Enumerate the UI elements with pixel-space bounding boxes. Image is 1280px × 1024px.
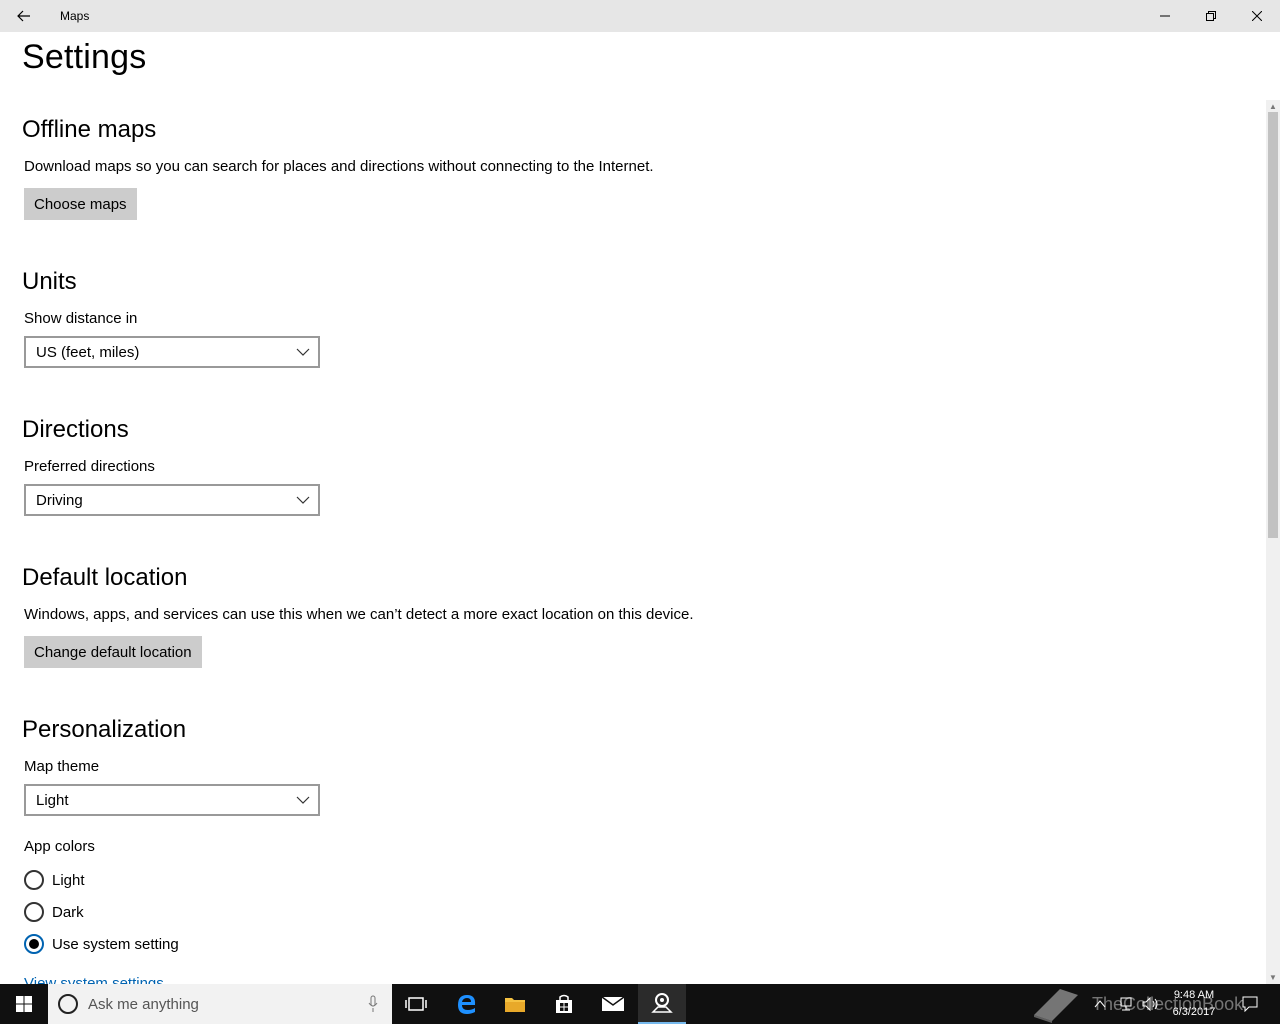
view-system-settings-link[interactable]: View system settings	[24, 975, 164, 984]
microphone-icon[interactable]	[368, 995, 378, 1013]
network-icon[interactable]	[1118, 997, 1134, 1011]
maps-app-button[interactable]	[638, 984, 686, 1024]
windows-logo-icon	[16, 996, 32, 1012]
task-view-button[interactable]	[392, 984, 440, 1024]
radio-label: Use system setting	[52, 935, 179, 953]
restore-button[interactable]	[1188, 0, 1234, 32]
radio-dark[interactable]: Dark	[24, 900, 84, 924]
distance-units-value: US (feet, miles)	[36, 343, 140, 361]
close-button[interactable]	[1234, 0, 1280, 32]
page-title: Settings	[22, 38, 147, 76]
edge-button[interactable]	[443, 984, 491, 1024]
map-theme-label: Map theme	[24, 758, 100, 775]
store-button[interactable]	[540, 984, 588, 1024]
restore-icon	[1206, 11, 1216, 21]
minimize-button[interactable]	[1142, 0, 1188, 32]
action-center-button[interactable]	[1230, 984, 1270, 1024]
task-view-icon	[405, 997, 427, 1011]
choose-maps-button[interactable]: Choose maps	[24, 188, 137, 220]
preferred-directions-label: Preferred directions	[24, 458, 155, 475]
units-heading: Units	[22, 268, 77, 295]
clock-time: 9:48 AM	[1173, 989, 1215, 1001]
volume-icon[interactable]	[1142, 997, 1160, 1011]
radio-use-system-setting[interactable]: Use system setting	[24, 932, 179, 956]
radio-label: Dark	[52, 903, 84, 921]
vertical-scrollbar[interactable]: ▲ ▼	[1266, 100, 1280, 984]
minimize-icon	[1160, 15, 1170, 17]
distance-units-dropdown[interactable]: US (feet, miles)	[24, 336, 320, 368]
cortana-icon	[58, 994, 78, 1014]
store-bag-icon	[556, 994, 572, 1013]
clock-date: 6/3/2017	[1172, 1006, 1216, 1018]
radio-button[interactable]	[24, 902, 44, 922]
offline-maps-heading: Offline maps	[22, 116, 157, 143]
radio-button-selected[interactable]	[24, 934, 44, 954]
back-arrow-icon	[17, 10, 30, 22]
preferred-directions-dropdown[interactable]: Driving	[24, 484, 320, 516]
chevron-up-icon[interactable]	[1094, 999, 1106, 1009]
app-colors-label: App colors	[24, 838, 95, 855]
mail-icon	[601, 996, 625, 1011]
preferred-directions-value: Driving	[36, 491, 83, 509]
scroll-down-icon[interactable]: ▼	[1269, 973, 1277, 982]
system-tray	[1094, 984, 1160, 1024]
radio-button[interactable]	[24, 870, 44, 890]
title-bar: Maps	[0, 0, 1280, 32]
default-location-description: Windows, apps, and services can use this…	[24, 606, 694, 623]
notification-icon	[1242, 996, 1258, 1012]
map-theme-dropdown[interactable]: Light	[24, 784, 320, 816]
window-title: Maps	[60, 9, 90, 23]
offline-maps-description: Download maps so you can search for plac…	[24, 158, 654, 175]
search-placeholder: Ask me anything	[88, 995, 199, 1013]
file-explorer-button[interactable]	[491, 984, 539, 1024]
change-default-location-button[interactable]: Change default location	[24, 636, 202, 668]
close-icon	[1252, 11, 1262, 21]
radio-dot	[29, 939, 39, 949]
clock[interactable]: 9:48 AM 6/3/2017	[1164, 987, 1224, 1021]
back-button[interactable]	[0, 0, 48, 32]
show-distance-label: Show distance in	[24, 310, 138, 327]
scrollbar-thumb[interactable]	[1268, 112, 1278, 538]
edge-icon	[458, 995, 476, 1014]
chevron-down-icon	[296, 348, 310, 356]
taskbar: Ask me anything TheCollectionBook 9:48 A…	[0, 984, 1280, 1024]
start-button[interactable]	[0, 984, 48, 1024]
search-box[interactable]: Ask me anything	[48, 984, 392, 1024]
personalization-heading: Personalization	[22, 716, 187, 743]
book-logo-icon	[1034, 989, 1078, 1023]
radio-label: Light	[52, 871, 85, 889]
settings-content: Settings Offline maps Download maps so y…	[0, 32, 1266, 984]
scroll-up-icon[interactable]: ▲	[1269, 102, 1277, 111]
radio-light[interactable]: Light	[24, 868, 85, 892]
chevron-down-icon	[296, 796, 310, 804]
chevron-down-icon	[296, 496, 310, 504]
map-theme-value: Light	[36, 791, 69, 809]
folder-icon	[505, 998, 525, 1012]
maps-icon	[651, 993, 673, 1013]
default-location-heading: Default location	[22, 564, 188, 591]
directions-heading: Directions	[22, 416, 129, 443]
mail-button[interactable]	[589, 984, 637, 1024]
